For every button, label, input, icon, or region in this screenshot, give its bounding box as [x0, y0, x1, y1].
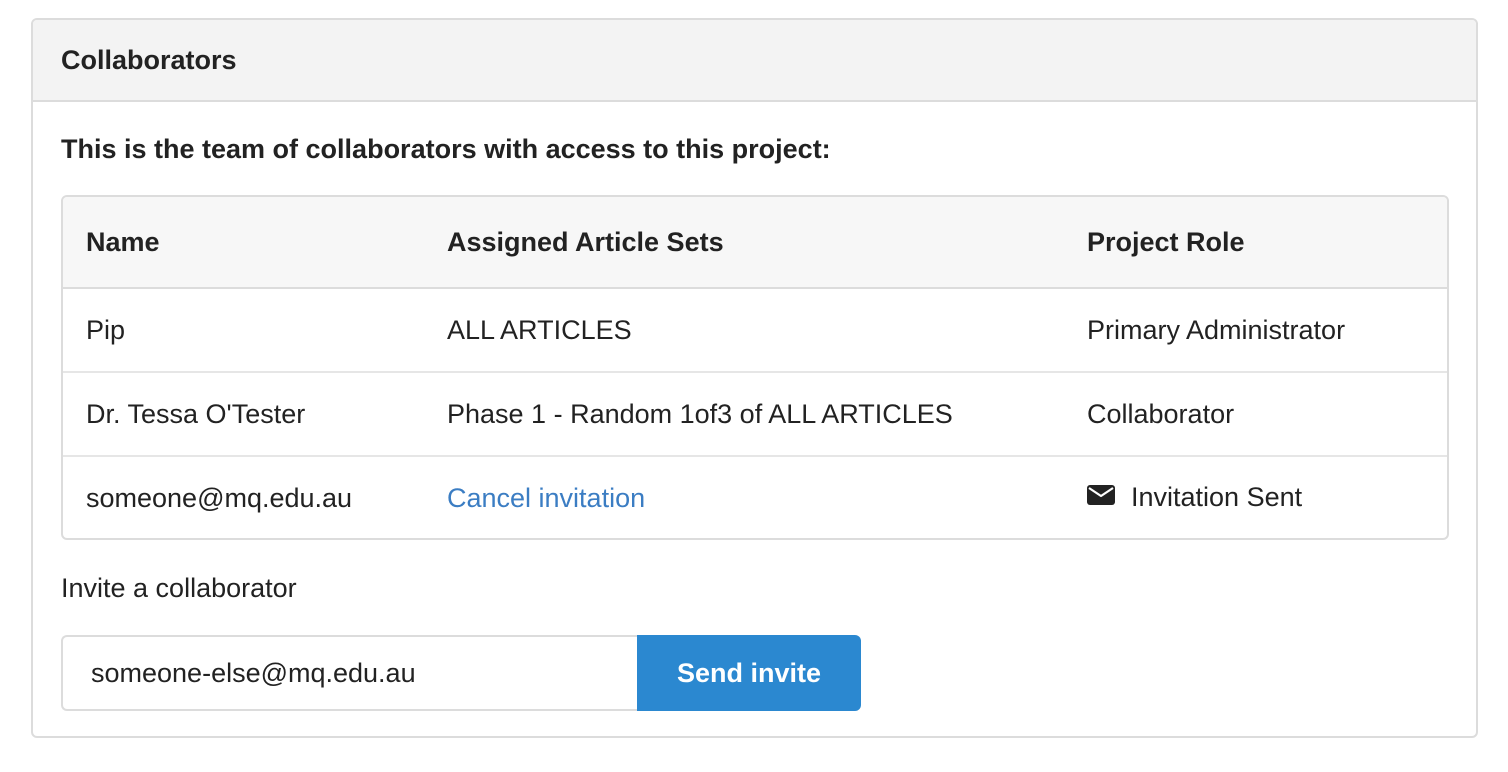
table-row: someone@mq.edu.au Cancel invitation Invi… — [63, 455, 1447, 538]
table-row: Pip ALL ARTICLES Primary Administrator — [63, 288, 1447, 372]
column-header-project-role: Project Role — [1064, 197, 1447, 289]
invite-email-input[interactable] — [61, 635, 637, 711]
collaborator-name: Pip — [86, 314, 126, 345]
intro-text: This is the team of collaborators with a… — [61, 134, 831, 164]
project-role: Primary Administrator — [1087, 314, 1346, 345]
article-sets-cell: Cancel invitation — [424, 455, 1064, 538]
collaborators-table: Name Assigned Article Sets Project Role … — [61, 195, 1449, 540]
project-role: Collaborator — [1064, 371, 1447, 456]
article-sets: ALL ARTICLES — [447, 314, 632, 345]
invite-form: Send invite — [61, 635, 861, 711]
invite-label: Invite a collaborator — [61, 573, 297, 603]
envelope-icon — [1087, 481, 1115, 512]
panel-title: Collaborators — [61, 44, 237, 75]
project-role-cell: Invitation Sent — [1064, 455, 1447, 538]
article-sets: Phase 1 - Random 1of3 of ALL ARTICLES — [424, 371, 1064, 456]
collaborator-name: someone@mq.edu.au — [63, 455, 424, 538]
collaborator-name: Dr. Tessa O'Tester — [63, 371, 424, 456]
column-header-article-sets: Assigned Article Sets — [424, 197, 1064, 289]
panel-header: Collaborators — [33, 20, 1476, 102]
table-row: Dr. Tessa O'Tester Phase 1 - Random 1of3… — [63, 371, 1447, 456]
cancel-invitation-link[interactable]: Cancel invitation — [447, 483, 645, 513]
table-header-row: Name Assigned Article Sets Project Role — [63, 197, 1447, 289]
column-header-name: Name — [63, 197, 424, 289]
collaborators-panel: Collaborators This is the team of collab… — [31, 18, 1478, 738]
invitation-status: Invitation Sent — [1131, 482, 1303, 513]
send-invite-button[interactable]: Send invite — [637, 635, 861, 711]
